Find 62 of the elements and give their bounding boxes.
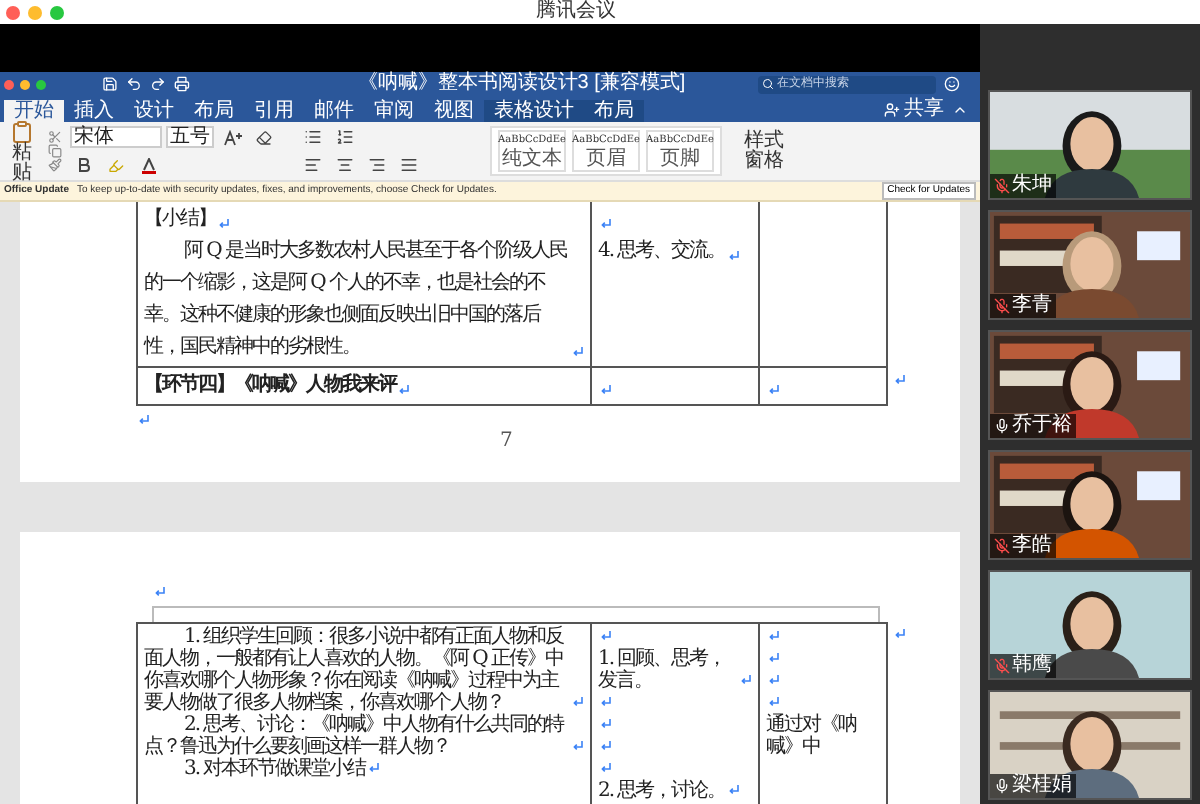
participant-name: 朱坤 xyxy=(1012,176,1052,196)
clipboard-icon xyxy=(10,119,34,143)
save-icon[interactable] xyxy=(102,76,118,92)
page-number: 7 xyxy=(500,428,511,456)
print-icon[interactable] xyxy=(173,76,190,92)
add-person-icon xyxy=(884,102,900,118)
participant-name: 乔于裕 xyxy=(1012,416,1072,436)
ribbon-tab[interactable]: 开始 xyxy=(4,100,64,122)
paragraph-text: 【环节四】《呐喊》人物我来评 xyxy=(144,371,396,400)
styles-pane-button[interactable]: 样式窗格 xyxy=(742,131,786,171)
font-size-field[interactable]: 五号 xyxy=(166,126,214,148)
participant-name: 李皓 xyxy=(1012,536,1052,556)
ribbon-tab[interactable]: 布局 xyxy=(584,100,644,122)
highlighter-icon xyxy=(108,157,124,173)
minimize-icon[interactable] xyxy=(20,79,30,89)
ribbon-tab[interactable]: 设计 xyxy=(124,100,184,122)
justify-icon xyxy=(399,156,417,174)
paragraph-text: 通过对《呐喊》中 xyxy=(766,714,858,758)
paragraph-text: 2. 思考、讨论：《呐喊》中人物有什么共同的特点？鲁迅为什么要刻画这样一群人物？ xyxy=(144,714,567,758)
collapse-icon[interactable] xyxy=(952,102,968,118)
ribbon-tab[interactable]: 布局 xyxy=(184,100,244,122)
align-left-icon xyxy=(303,156,321,174)
paragraph-text: 阿 Q 是当时大多数农村人民甚至于各个阶级人民的一个缩影，这是阿 Q 个人的不幸，也是社会的不幸。这种不健康的形象也侧面反映出旧中国的落后性，国民精神中的劣根性。 xyxy=(144,237,570,362)
ribbon-tab[interactable]: 插入 xyxy=(64,100,124,122)
redo-icon[interactable] xyxy=(149,76,166,92)
paragraph-text: 3. 对本环节做课堂小结 xyxy=(182,758,366,780)
paragraph-text: 4. 思考、交流。 xyxy=(598,237,726,266)
ribbon-tab[interactable]: 表格设计 xyxy=(484,100,584,122)
participant-name: 梁桂娟 xyxy=(1012,776,1072,796)
ribbon-tab[interactable]: 视图 xyxy=(424,100,484,122)
align-center-icon xyxy=(335,156,353,174)
paragraph-mark-icon xyxy=(138,414,150,426)
paragraph-text: 1. 组织学生回顾：很多小说中都有正面人物和反面人物，一般都有让人喜欢的人物。《阿 Q 正传》中你喜欢哪个人物形象？你在阅读《呐喊》过程中为主要人物做了很多人物档案，你喜欢哪个人物？ xyxy=(144,626,564,714)
paste-button[interactable]: 粘贴 xyxy=(4,119,40,183)
bold-icon xyxy=(78,158,90,172)
smiley-icon[interactable] xyxy=(944,76,960,92)
format-painter-icon[interactable] xyxy=(48,158,62,172)
close-icon[interactable] xyxy=(6,5,20,19)
participant-name: 韩鹰 xyxy=(1012,656,1052,676)
participant-name: 李青 xyxy=(1012,296,1052,316)
numbered-list-icon xyxy=(335,128,353,146)
eraser-icon xyxy=(256,129,272,145)
ribbon-tab[interactable]: 审阅 xyxy=(364,100,424,122)
paragraph-text: 【小结】 xyxy=(144,205,216,234)
paragraph-text: 2. 思考，讨论。 xyxy=(598,780,726,802)
grow-font-icon xyxy=(223,129,241,145)
ribbon-tab[interactable]: 邮件 xyxy=(304,100,364,122)
font-color-icon xyxy=(141,157,155,173)
document-title: 《呐喊》整本书阅读设计3 [兼容模式] xyxy=(357,74,686,94)
ribbon-tab[interactable]: 引用 xyxy=(244,100,304,122)
align-right-icon xyxy=(367,156,385,174)
font-name-field[interactable]: 宋体 xyxy=(70,126,162,148)
paragraph-text: 1. 回顾、思考，发言。 xyxy=(598,648,728,692)
undo-icon[interactable] xyxy=(125,76,142,92)
copy-icon[interactable] xyxy=(48,144,62,158)
grow-font-button[interactable] xyxy=(218,125,246,149)
maximize-icon[interactable] xyxy=(36,79,46,89)
paragraph-mark-icon xyxy=(154,586,166,598)
bullet-list-icon xyxy=(303,128,321,146)
search-icon xyxy=(761,78,774,90)
share-button[interactable]: 共享 xyxy=(884,100,944,120)
cut-icon[interactable] xyxy=(48,130,62,144)
